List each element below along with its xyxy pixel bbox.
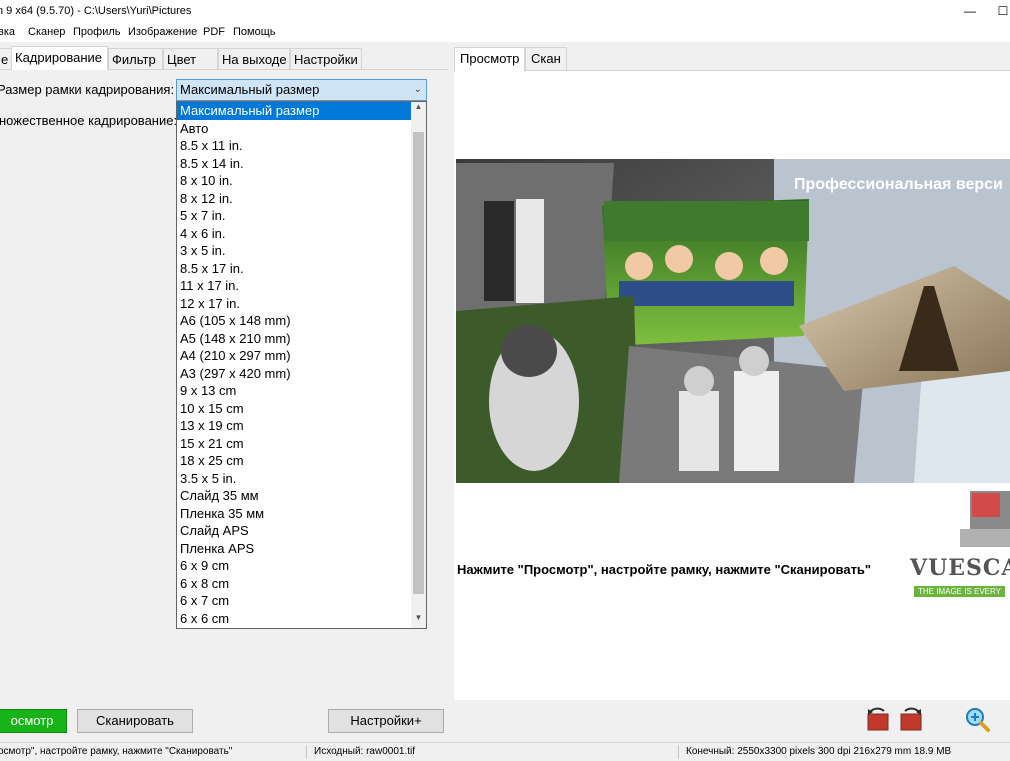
crop-size-label: Размер рамки кадрирования: — [0, 82, 175, 97]
crop-size-dropdown[interactable]: Максимальный размер Авто 8.5 x 11 in. 8.5 x… — [176, 101, 427, 629]
crop-size-option[interactable]: Пленка APS — [177, 540, 426, 558]
scroll-up-icon[interactable]: ▲ — [411, 102, 426, 117]
crop-size-option[interactable]: A5 (148 x 210 mm) — [177, 330, 426, 348]
crop-size-option[interactable]: 8 x 12 in. — [177, 190, 426, 208]
title-bar: n 9 x64 (9.5.70) - C:\Users\Yuri\Picture… — [0, 0, 1010, 22]
crop-size-option[interactable]: 11 x 17 in. — [177, 277, 426, 295]
crop-size-option[interactable]: 15 x 21 cm — [177, 435, 426, 453]
crop-size-option[interactable]: Слайд 35 мм — [177, 487, 426, 505]
tab-output[interactable]: На выходе — [218, 48, 290, 70]
banner-text: Профессиональная верси — [794, 176, 1003, 193]
crop-size-option[interactable]: 13 x 19 cm — [177, 417, 426, 435]
status-final: Конечный: 2550x3300 pixels 300 dpi 216x2… — [686, 746, 952, 757]
status-message: осмотр", настройте рамку, нажмите "Скани… — [0, 746, 233, 757]
menu-edit[interactable]: вка — [0, 22, 15, 42]
preview-button[interactable]: осмотр — [0, 709, 67, 733]
crop-size-option[interactable]: 6 x 9 cm — [177, 557, 426, 575]
status-divider — [306, 745, 307, 759]
vuescan-logo-text: VUESCA — [910, 555, 1010, 581]
maximize-button[interactable]: ☐ — [988, 0, 1010, 22]
crop-size-option[interactable]: 8.5 x 11 in. — [177, 137, 426, 155]
multi-crop-label: ножественное кадрирование: — [0, 113, 178, 128]
crop-size-option[interactable]: 8 x 10 in. — [177, 172, 426, 190]
crop-size-option[interactable]: 3.5 x 5 in. — [177, 470, 426, 488]
crop-size-option[interactable]: 6 x 8 cm — [177, 575, 426, 593]
crop-size-option[interactable]: 4 x 6 in. — [177, 225, 426, 243]
crop-size-option[interactable]: 9 x 13 cm — [177, 382, 426, 400]
crop-size-option[interactable]: A4 (210 x 297 mm) — [177, 347, 426, 365]
crop-size-option[interactable]: Авто — [177, 120, 426, 138]
status-bar: осмотр", настройте рамку, нажмите "Скани… — [0, 742, 1010, 761]
chevron-down-icon: ⌄ — [413, 84, 422, 95]
tab-color[interactable]: Цвет — [163, 48, 218, 70]
crop-size-value: Максимальный размер — [180, 82, 320, 97]
menu-pdf[interactable]: PDF — [203, 22, 225, 42]
window-title: n 9 x64 (9.5.70) - C:\Users\Yuri\Picture… — [0, 5, 192, 17]
crop-size-option[interactable]: 6 x 6 cm — [177, 610, 426, 628]
status-source: Исходный: raw0001.tif — [314, 746, 416, 757]
menu-help[interactable]: Помощь — [233, 22, 276, 42]
scrollbar-thumb[interactable] — [413, 132, 424, 594]
menu-image[interactable]: Изображение — [128, 22, 197, 42]
preview-area[interactable]: Профессиональная верси Нажмите "Просмотр… — [454, 70, 1010, 700]
zoom-in-icon[interactable] — [963, 706, 991, 734]
crop-size-option[interactable]: 5 x 7 in. — [177, 207, 426, 225]
status-divider — [678, 745, 679, 759]
crop-size-option[interactable]: A6 (105 x 148 mm) — [177, 312, 426, 330]
crop-size-select[interactable]: Максимальный размер ⌄ — [176, 79, 427, 101]
crop-size-option[interactable]: 6 x 7 cm — [177, 592, 426, 610]
preview-hint: Нажмите "Просмотр", настройте рамку, наж… — [457, 562, 872, 577]
vuescan-tagline: THE IMAGE IS EVERY — [914, 586, 1005, 597]
vuescan-logo-icon — [960, 491, 1010, 547]
tab-prefs[interactable]: Настройки — [290, 48, 362, 70]
crop-size-option[interactable]: Максимальный размер — [177, 102, 411, 120]
rotate-left-icon[interactable] — [864, 706, 892, 734]
scroll-down-icon[interactable]: ▼ — [411, 613, 426, 628]
tab-crop[interactable]: Кадрирование — [11, 46, 108, 70]
more-settings-button[interactable]: Настройки+ — [328, 709, 444, 733]
menu-bar: вка Сканер Профиль Изображение PDF Помощ… — [0, 22, 1010, 42]
menu-profile[interactable]: Профиль — [73, 22, 121, 42]
pane-splitter[interactable] — [449, 42, 453, 742]
crop-size-list: Максимальный размер Авто 8.5 x 11 in. 8.5 x… — [177, 102, 426, 627]
crop-size-option[interactable]: Слайд APS — [177, 522, 426, 540]
crop-size-option[interactable]: 3 x 5 in. — [177, 242, 426, 260]
crop-size-option[interactable]: 18 x 25 cm — [177, 452, 426, 470]
crop-size-option[interactable]: A3 (297 x 420 mm) — [177, 365, 426, 383]
crop-size-option[interactable]: 8.5 x 14 in. — [177, 155, 426, 173]
rotate-right-icon[interactable] — [897, 706, 925, 734]
tab-preview[interactable]: Просмотр — [454, 47, 526, 72]
crop-size-option[interactable]: Пленка 35 мм — [177, 505, 426, 523]
tab-filter[interactable]: Фильтр — [108, 48, 163, 70]
sample-photo-collage: Профессиональная верси — [456, 159, 1010, 483]
crop-size-option[interactable]: 8.5 x 17 in. — [177, 260, 426, 278]
minimize-button[interactable]: — — [955, 0, 985, 22]
tab-scan[interactable]: Скан — [525, 47, 567, 71]
menu-scanner[interactable]: Сканер — [28, 22, 65, 42]
crop-size-option[interactable]: 12 x 17 in. — [177, 295, 426, 313]
scan-button[interactable]: Сканировать — [77, 709, 193, 733]
crop-size-option[interactable]: 10 x 15 cm — [177, 400, 426, 418]
dropdown-scrollbar[interactable]: ▲ ▼ — [411, 102, 426, 628]
